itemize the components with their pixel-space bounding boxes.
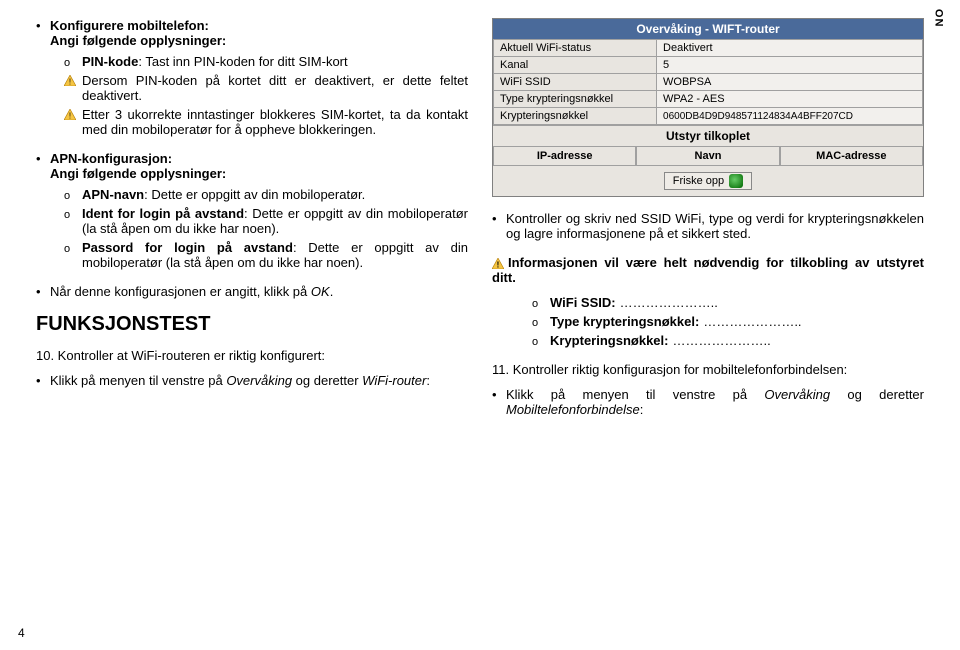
refresh-icon: [729, 174, 743, 188]
apn-name-line: APN-navn: Dette er oppgitt av din mobilo…: [82, 187, 468, 202]
circle-icon: [64, 240, 82, 270]
right-warning: !Informasjonen vil være helt nødvendig f…: [492, 255, 924, 285]
step-10: 10. Kontroller at WiFi-routeren er rikti…: [36, 348, 468, 363]
svg-text:!: !: [69, 112, 71, 121]
pin-line: PIN-kode: Tast inn PIN-koden for ditt SI…: [82, 54, 468, 69]
router-columns: IP-adresse Navn MAC-adresse: [493, 146, 923, 166]
fill-key: Krypteringsnøkkel:…………………..: [550, 333, 924, 348]
right-b1-text: Kontroller og skriv ned SSID WiFi, type …: [506, 211, 924, 241]
warn2: Etter 3 ukorrekte inntastinger blokkeres…: [82, 107, 468, 137]
router-section-header: Utstyr tilkoplet: [493, 125, 923, 146]
language-tab: NO: [934, 8, 946, 27]
fill-keytype: Type krypteringsnøkkel:…………………..: [550, 314, 924, 329]
ident-line: Ident for login på avstand: Dette er opp…: [82, 206, 468, 236]
fill-ssid: WiFi SSID:…………………..: [550, 295, 924, 310]
circle-icon: [532, 295, 550, 310]
step11-sub-line: Klikk på menyen til venstre på Overvåkin…: [506, 387, 924, 417]
table-row: WiFi SSIDWOBPSA: [494, 74, 923, 91]
svg-text:!: !: [69, 78, 71, 87]
left-column: Konfigurere mobiltelefon: Angi følgende …: [36, 18, 468, 431]
refresh-button[interactable]: Friske opp: [664, 172, 752, 190]
step-11-sub: Klikk på menyen til venstre på Overvåkin…: [492, 387, 924, 417]
circle-icon: [532, 333, 550, 348]
done-line: Når denne konfigurasjonen er angitt, kli…: [50, 284, 468, 299]
warn1: Dersom PIN-koden på kortet ditt er deakt…: [82, 73, 468, 103]
warning-icon: !: [492, 255, 508, 270]
bullet-icon: [36, 151, 50, 181]
circle-icon: [64, 54, 82, 69]
step10-sub-line: Klikk på menyen til venstre på Overvåkin…: [50, 373, 468, 388]
page-number: 4: [18, 626, 25, 640]
section-done: Når denne konfigurasjonen er angitt, kli…: [36, 284, 468, 299]
table-row: Aktuell WiFi-statusDeaktivert: [494, 40, 923, 57]
bullet-icon: [492, 211, 506, 241]
warning-icon: !: [64, 73, 82, 103]
sec2-title: APN-konfigurasjon:: [50, 151, 172, 166]
sec1-sub: Angi følgende opplysninger:: [50, 33, 226, 48]
table-row: Krypteringsnøkkel0600DB4D9D948571124834A…: [494, 108, 923, 125]
sec2-sub: Angi følgende opplysninger:: [50, 166, 226, 181]
router-title: Overvåking - WIFT-router: [493, 19, 923, 39]
page-body: Konfigurere mobiltelefon: Angi følgende …: [0, 0, 960, 431]
step-11: 11. Kontroller riktig konfigurasjon for …: [492, 362, 924, 377]
heading-funksjonstest: FUNKSJONSTEST: [36, 313, 468, 336]
bullet-icon: [492, 387, 506, 417]
circle-icon: [64, 187, 82, 202]
col-ip: IP-adresse: [493, 146, 636, 166]
circle-icon: [64, 206, 82, 236]
bullet-icon: [36, 18, 50, 48]
right-bullet-1: Kontroller og skriv ned SSID WiFi, type …: [492, 211, 924, 241]
router-panel: Overvåking - WIFT-router Aktuell WiFi-st…: [492, 18, 924, 197]
svg-text:!: !: [497, 261, 500, 270]
col-mac: MAC-adresse: [780, 146, 923, 166]
section-apn: APN-konfigurasjon: Angi følgende opplysn…: [36, 151, 468, 270]
table-row: Kanal5: [494, 57, 923, 74]
bullet-icon: [36, 373, 50, 388]
password-line: Passord for login på avstand: Dette er o…: [82, 240, 468, 270]
bullet-icon: [36, 284, 50, 299]
warning-icon: !: [64, 107, 82, 137]
circle-icon: [532, 314, 550, 329]
table-row: Type krypteringsnøkkelWPA2 - AES: [494, 91, 923, 108]
col-name: Navn: [636, 146, 779, 166]
right-column: Overvåking - WIFT-router Aktuell WiFi-st…: [492, 18, 924, 431]
sec1-title: Konfigurere mobiltelefon:: [50, 18, 209, 33]
step-10-sub: Klikk på menyen til venstre på Overvåkin…: [36, 373, 468, 388]
section-configure-phone: Konfigurere mobiltelefon: Angi følgende …: [36, 18, 468, 137]
router-table: Aktuell WiFi-statusDeaktivert Kanal5 WiF…: [493, 39, 923, 125]
